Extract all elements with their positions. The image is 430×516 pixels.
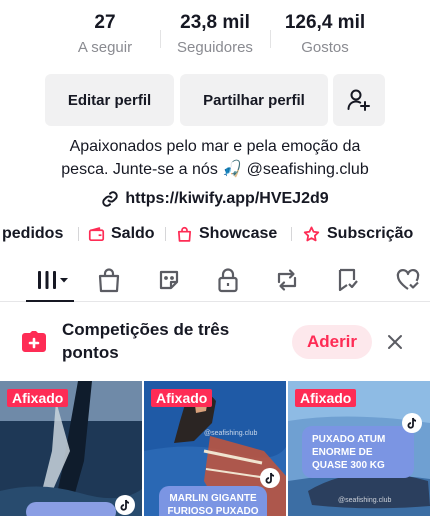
quick-link-showcase-label: Showcase bbox=[199, 225, 278, 242]
tab-videos[interactable] bbox=[30, 264, 74, 296]
tiktok-logo-icon bbox=[265, 472, 275, 484]
tab-private[interactable] bbox=[208, 264, 248, 296]
subscription-icon bbox=[303, 226, 320, 241]
quick-links-row: pedidos Saldo Showcase Subscrição bbox=[0, 221, 430, 247]
liked-heart-icon bbox=[396, 269, 420, 290]
person-plus-icon bbox=[347, 89, 370, 111]
video-caption-bar bbox=[26, 502, 116, 516]
tiktok-badge bbox=[402, 413, 422, 433]
stat-following[interactable]: 27 A seguir bbox=[50, 10, 160, 58]
bio-line-2: pesca. Junte-se a nós 🎣 @seafishing.club bbox=[61, 161, 369, 178]
bookmark-icon bbox=[338, 268, 358, 292]
quick-link-balance[interactable]: Saldo bbox=[88, 221, 155, 247]
pinned-badge: Afixado bbox=[151, 389, 213, 407]
tab-stickers[interactable] bbox=[149, 264, 189, 296]
quick-link-orders[interactable]: pedidos bbox=[2, 221, 63, 247]
stat-followers-label: Seguidores bbox=[177, 39, 253, 56]
tiktok-logo-icon bbox=[120, 499, 130, 511]
pinned-badge: Afixado bbox=[7, 389, 69, 407]
stat-followers-value: 23,8 mil bbox=[180, 12, 250, 33]
profile-link[interactable]: https://kiwify.app/HVEJ2d9 bbox=[0, 190, 430, 208]
active-tab-indicator bbox=[26, 300, 74, 302]
close-banner-button[interactable] bbox=[385, 332, 405, 357]
profile-stats: 27 A seguir 23,8 mil Seguidores 126,4 mi… bbox=[0, 10, 430, 62]
profile-tabs bbox=[0, 258, 430, 302]
video-watermark: @seafishing.club bbox=[338, 497, 392, 504]
shopping-bag-icon bbox=[177, 226, 192, 242]
tab-reposts[interactable] bbox=[267, 264, 307, 296]
lock-icon bbox=[218, 268, 238, 293]
share-profile-button[interactable]: Partilhar perfil bbox=[180, 74, 328, 126]
grid-videos-icon bbox=[38, 271, 68, 289]
stat-following-label: A seguir bbox=[77, 39, 133, 56]
stat-following-value: 27 bbox=[94, 12, 116, 33]
profile-link-text: https://kiwify.app/HVEJ2d9 bbox=[125, 190, 329, 207]
tab-shop[interactable] bbox=[89, 264, 129, 296]
tab-liked[interactable] bbox=[388, 264, 428, 296]
video-thumbnail-1[interactable]: Afixado bbox=[0, 381, 142, 516]
banner-title: Competições de três pontos bbox=[62, 320, 230, 362]
video-caption: PUXADO ATUM ENORME DE QUASE 300 KG bbox=[302, 426, 414, 478]
join-button[interactable]: Aderir bbox=[292, 325, 372, 359]
quick-link-balance-label: Saldo bbox=[111, 225, 155, 242]
video-caption: MARLIN GIGANTE FURIOSO PUXADO bbox=[159, 486, 267, 516]
quick-link-showcase[interactable]: Showcase bbox=[176, 221, 277, 247]
tiktok-badge bbox=[115, 495, 135, 515]
quick-link-divider bbox=[78, 227, 79, 241]
tiktok-logo-icon bbox=[407, 417, 417, 429]
tiktok-badge bbox=[260, 468, 280, 488]
edit-profile-button[interactable]: Editar perfil bbox=[45, 74, 174, 126]
competition-icon bbox=[20, 330, 48, 359]
quick-link-divider bbox=[291, 227, 292, 241]
stat-likes-label: Gostos bbox=[301, 39, 349, 56]
video-grid: Afixado Afixado @seafishing.club MARLIN … bbox=[0, 381, 430, 516]
stat-likes[interactable]: 126,4 mil Gostos bbox=[270, 10, 380, 58]
pinned-badge: Afixado bbox=[295, 389, 357, 407]
link-icon bbox=[102, 191, 119, 207]
wallet-icon bbox=[88, 226, 105, 241]
video-thumbnail-2[interactable]: Afixado @seafishing.club MARLIN GIGANTE … bbox=[144, 381, 286, 516]
tab-saved[interactable] bbox=[328, 264, 368, 296]
stat-likes-value: 126,4 mil bbox=[284, 12, 366, 33]
quick-link-divider bbox=[165, 227, 166, 241]
video-thumbnail-3[interactable]: Afixado PUXADO ATUM ENORME DE QUASE 300 … bbox=[288, 381, 430, 516]
video-watermark: @seafishing.club bbox=[204, 430, 258, 437]
quick-link-subscription-label: Subscrição bbox=[327, 225, 414, 242]
quick-link-subscription[interactable]: Subscrição bbox=[302, 221, 413, 247]
shop-bag-icon bbox=[98, 268, 120, 293]
bio-line-1: Apaixonados pelo mar e pela emoção da bbox=[69, 138, 361, 155]
quick-link-orders-label: pedidos bbox=[2, 225, 64, 242]
profile-bio: Apaixonados pelo mar e pela emoção da pe… bbox=[20, 135, 410, 181]
repost-icon bbox=[277, 269, 297, 291]
sticker-icon bbox=[159, 270, 179, 290]
competition-banner[interactable]: Competições de três pontos Aderir bbox=[0, 308, 430, 376]
add-friend-button[interactable] bbox=[333, 74, 385, 126]
stat-followers[interactable]: 23,8 mil Seguidores bbox=[160, 10, 270, 58]
close-icon bbox=[388, 335, 402, 349]
